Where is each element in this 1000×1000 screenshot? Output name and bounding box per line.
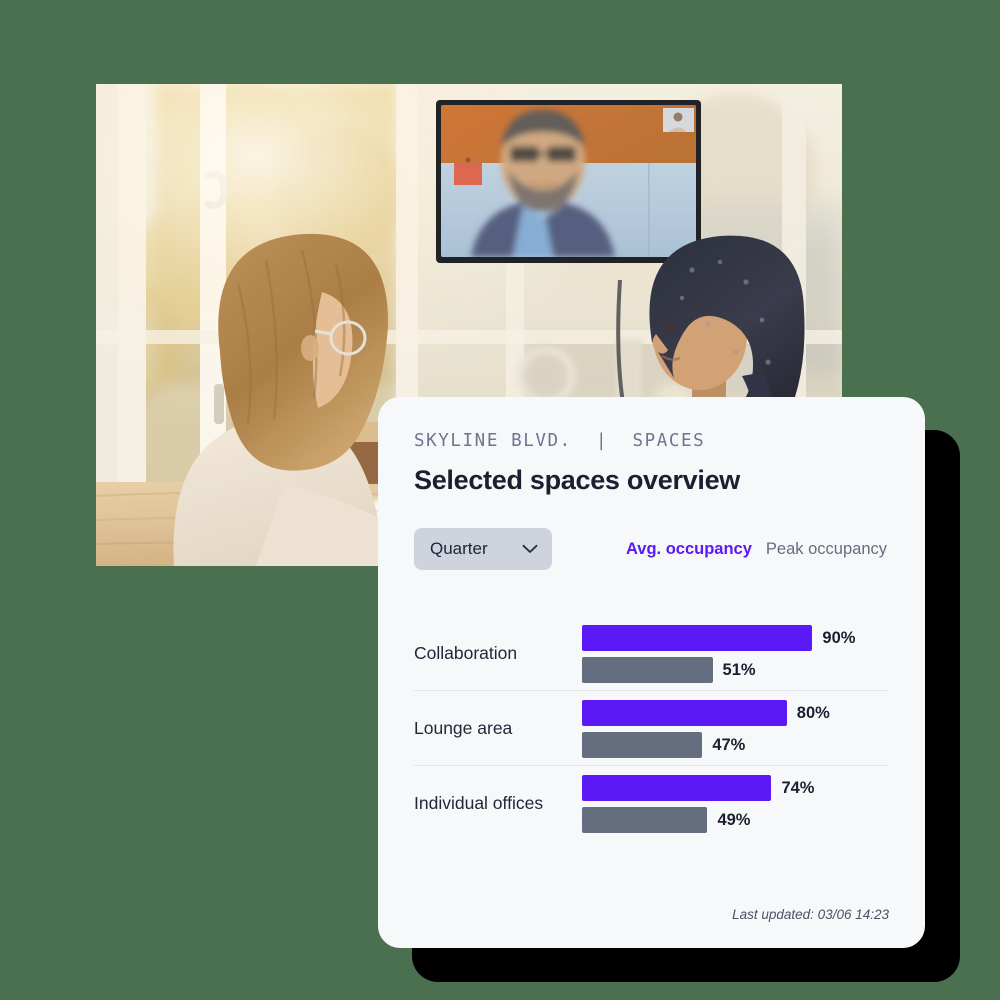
occupancy-bar-chart: Collaboration 90% 51% Lounge area 80% 47% Indi… bbox=[414, 616, 889, 840]
bar-line-avg-occupancy: 80% bbox=[582, 700, 889, 727]
spaces-overview-card: SKYLINE BLVD. | SPACES Selected spaces o… bbox=[378, 397, 925, 948]
chart-row-collaboration: Collaboration 90% 51% bbox=[414, 616, 889, 690]
chart-row-label: Lounge area bbox=[414, 717, 513, 738]
chart-row-label: Individual offices bbox=[414, 792, 544, 813]
chevron-down-icon bbox=[522, 544, 538, 554]
breadcrumb: SKYLINE BLVD. | SPACES bbox=[414, 431, 706, 451]
bar-peak-occupancy[interactable] bbox=[582, 732, 703, 759]
chart-row-lounge-area: Lounge area 80% 47% bbox=[414, 691, 889, 765]
bar-value-label: 49% bbox=[717, 810, 751, 829]
controls-row: Quarter Avg. occupancy Peak occupancy bbox=[414, 528, 889, 571]
legend-item-avg-occupancy[interactable]: Avg. occupancy bbox=[626, 540, 752, 559]
bar-value-label: 51% bbox=[722, 660, 756, 679]
bar-value-label: 74% bbox=[781, 778, 815, 797]
period-select[interactable]: Quarter bbox=[414, 528, 552, 571]
chart-row-bars: 80% 47% bbox=[582, 698, 889, 759]
bar-avg-occupancy[interactable] bbox=[582, 775, 772, 802]
period-select-value: Quarter bbox=[430, 539, 488, 559]
bar-line-peak-occupancy: 49% bbox=[582, 807, 889, 834]
last-updated-label: Last updated: 03/06 14:23 bbox=[732, 907, 889, 922]
bar-line-peak-occupancy: 47% bbox=[582, 732, 889, 759]
bar-line-peak-occupancy: 51% bbox=[582, 657, 889, 684]
legend-item-peak-occupancy[interactable]: Peak occupancy bbox=[766, 540, 887, 559]
page-root: SKYLINE BLVD. | SPACES Selected spaces o… bbox=[0, 0, 1000, 1000]
chart-row-bars: 74% 49% bbox=[582, 773, 889, 834]
chart-row-individual-offices: Individual offices 74% 49% bbox=[414, 766, 889, 840]
bar-peak-occupancy[interactable] bbox=[582, 657, 713, 684]
chart-row-bars: 90% 51% bbox=[582, 623, 889, 684]
bar-value-label: 47% bbox=[712, 735, 746, 754]
bar-value-label: 80% bbox=[796, 703, 830, 722]
bar-avg-occupancy[interactable] bbox=[582, 700, 787, 727]
bar-avg-occupancy[interactable] bbox=[582, 625, 813, 652]
chart-row-label: Collaboration bbox=[414, 642, 518, 663]
bar-line-avg-occupancy: 74% bbox=[582, 775, 889, 802]
series-legend: Avg. occupancy Peak occupancy bbox=[626, 540, 889, 559]
bar-peak-occupancy[interactable] bbox=[582, 807, 708, 834]
bar-line-avg-occupancy: 90% bbox=[582, 625, 889, 652]
bar-value-label: 90% bbox=[822, 628, 856, 647]
page-title: Selected spaces overview bbox=[414, 465, 741, 496]
